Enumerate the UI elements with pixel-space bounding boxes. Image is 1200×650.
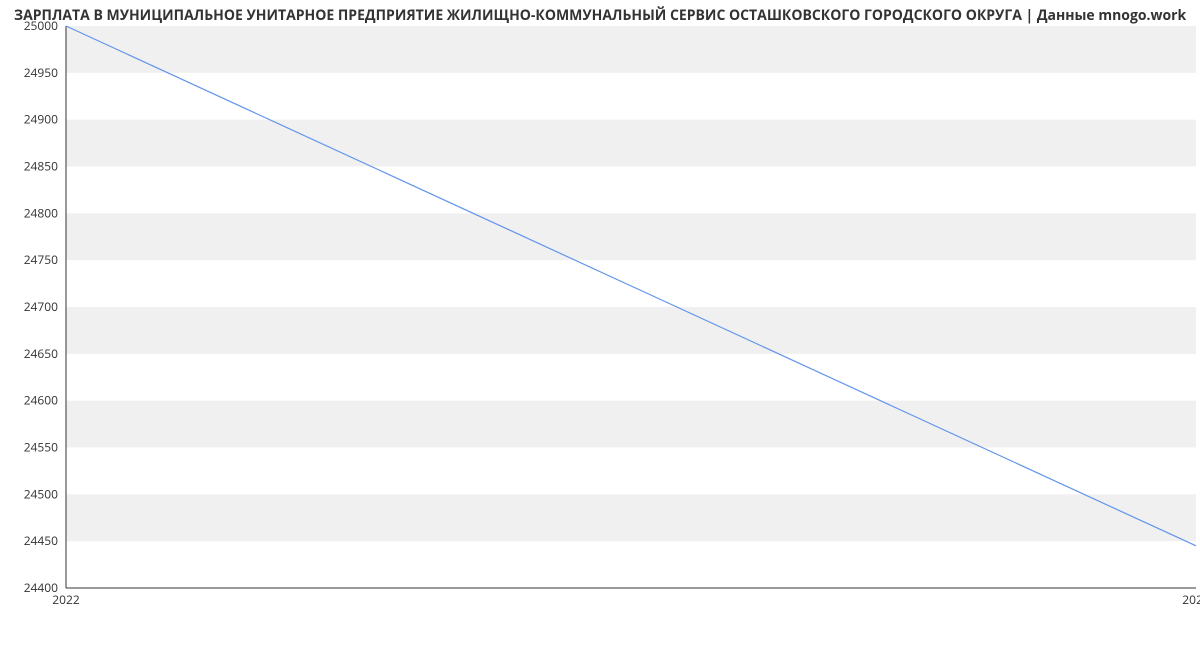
y-tick-label: 24600: [24, 392, 58, 409]
grid-band: [66, 26, 1196, 73]
y-tick-label: 24800: [24, 204, 58, 221]
chart-title: ЗАРПЛАТА В МУНИЦИПАЛЬНОЕ УНИТАРНОЕ ПРЕДП…: [14, 6, 1186, 25]
y-tick-label: 24900: [24, 111, 58, 128]
y-tick-label: 24850: [24, 158, 58, 175]
y-axis: 2440024450245002455024600246502470024750…: [24, 17, 58, 596]
chart-container: ЗАРПЛАТА В МУНИЦИПАЛЬНОЕ УНИТАРНОЕ ПРЕДП…: [0, 0, 1200, 620]
x-tick-label: 2023: [1182, 591, 1200, 608]
grid-band: [66, 401, 1196, 448]
chart-svg: 2440024450245002455024600246502470024750…: [0, 0, 1200, 620]
y-tick-label: 24650: [24, 345, 58, 362]
y-tick-label: 24700: [24, 298, 58, 315]
y-tick-label: 24750: [24, 251, 58, 268]
x-axis: 2022 2023: [52, 591, 1200, 608]
grid-band: [66, 494, 1196, 541]
grid-band: [66, 120, 1196, 167]
grid-band: [66, 213, 1196, 260]
grid-band: [66, 307, 1196, 354]
x-tick-label: 2022: [52, 591, 80, 608]
y-tick-label: 24950: [24, 64, 58, 81]
y-tick-label: 24550: [24, 439, 58, 456]
y-tick-label: 24450: [24, 532, 58, 549]
y-tick-label: 24500: [24, 485, 58, 502]
